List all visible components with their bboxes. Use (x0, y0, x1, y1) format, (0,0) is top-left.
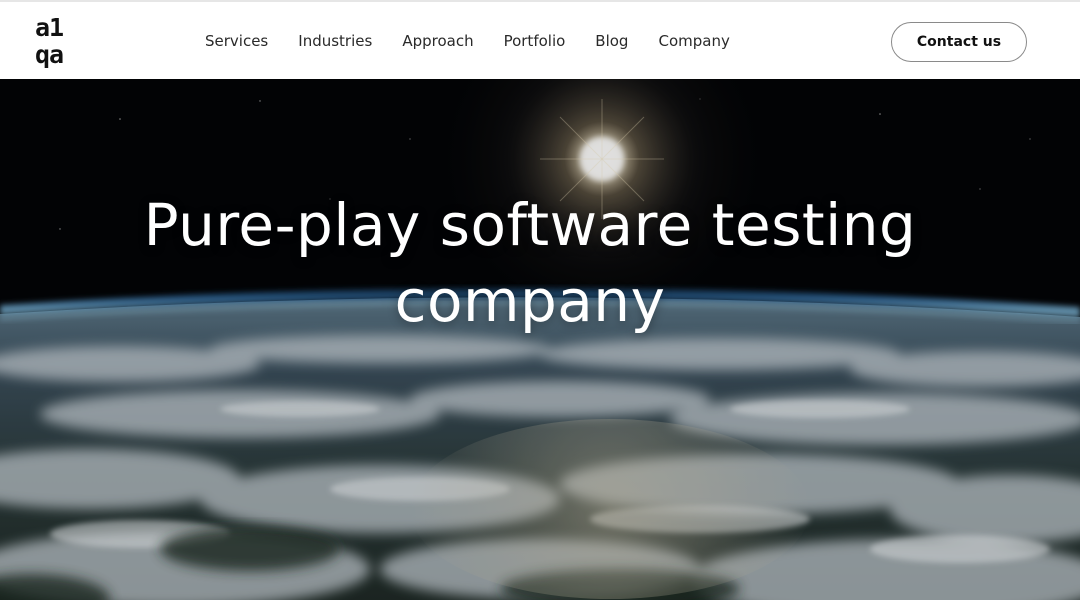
contact-us-button[interactable]: Contact us (891, 22, 1027, 62)
nav-company[interactable]: Company (658, 31, 729, 51)
logo-line-2: qa (35, 40, 64, 69)
logo-line-1: a1 (35, 13, 64, 42)
a1qa-logo[interactable]: a1 qa (35, 14, 75, 72)
hero-title-line-2: company (394, 267, 666, 335)
hero-section: Pure-play software testing company (0, 79, 1080, 600)
main-nav: Services Industries Approach Portfolio B… (205, 31, 760, 51)
hero-title: Pure-play software testing company (0, 187, 1060, 339)
nav-services[interactable]: Services (205, 31, 268, 51)
nav-industries[interactable]: Industries (298, 31, 372, 51)
earth-from-space-image (0, 79, 1080, 600)
nav-approach[interactable]: Approach (402, 31, 473, 51)
hero-title-line-1: Pure-play software testing (143, 191, 917, 259)
nav-portfolio[interactable]: Portfolio (504, 31, 566, 51)
nav-blog[interactable]: Blog (595, 31, 628, 51)
site-header: a1 qa Services Industries Approach Portf… (0, 0, 1080, 79)
